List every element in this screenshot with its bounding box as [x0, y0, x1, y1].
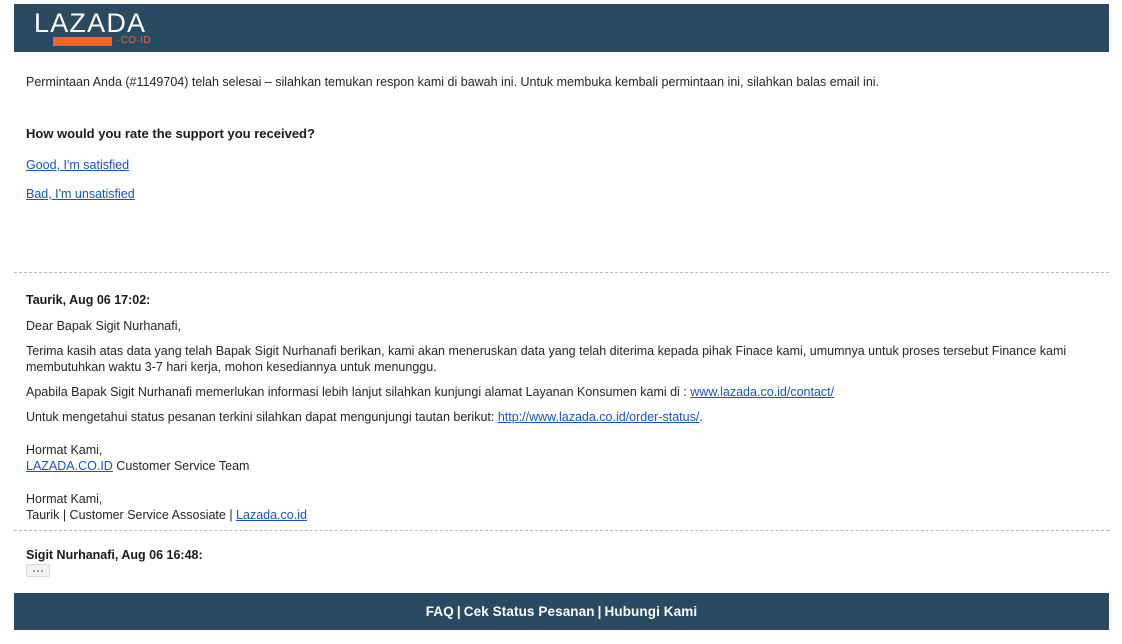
ellipsis-dot-icon — [41, 569, 43, 572]
ellipsis-dot-icon — [33, 569, 35, 572]
email-top-content: Permintaan Anda (#1149704) telah selesai… — [26, 64, 1096, 201]
expand-quoted-text-button[interactable] — [26, 564, 50, 577]
lazada-brand-link[interactable]: LAZADA.CO.ID — [26, 459, 113, 473]
footer-link-group: FAQ | Cek Status Pesanan | Hubungi Kami — [426, 604, 697, 619]
signature-1-line-1: Hormat Kami, — [26, 443, 103, 457]
signature-2-line-1: Hormat Kami, — [26, 492, 103, 506]
email-page: LAZADA ·CO·ID Permintaan Anda (#1149704)… — [0, 0, 1122, 644]
rating-option-bad[interactable]: Bad, I'm unsatisfied — [26, 172, 135, 201]
ellipsis-dot-icon — [37, 569, 39, 572]
message-paragraph-3: Untuk mengetahui status pesanan terkini … — [26, 409, 1104, 434]
logo-tld-label: ·CO·ID — [117, 35, 152, 46]
message-header-agent: Taurik, Aug 06 17:02: — [26, 293, 151, 307]
message-divider-top — [14, 272, 1109, 273]
rating-question: How would you rate the support you recei… — [26, 126, 315, 141]
footer-link-contact[interactable]: Hubungi Kami — [605, 604, 698, 619]
lazada-logo: LAZADA ·CO·ID — [34, 8, 151, 47]
email-footer-bar: FAQ | Cek Status Pesanan | Hubungi Kami — [14, 593, 1109, 630]
message-paragraph-2-text: Apabila Bapak Sigit Nurhanafi memerlukan… — [26, 385, 691, 399]
footer-separator: | — [597, 604, 602, 619]
message-paragraph-1: Terima kasih atas data yang telah Bapak … — [26, 344, 1067, 374]
signature-1-line-2: LAZADA.CO.ID Customer Service Team — [26, 458, 1104, 474]
logo-wordmark: LAZADA — [34, 8, 147, 38]
order-status-link[interactable]: http://www.lazada.co.id/order-status/ — [498, 410, 699, 424]
message-greeting: Dear Bapak Sigit Nurhanafi, — [26, 319, 181, 333]
signature-2-agent-label: Taurik | Customer Service Assosiate | — [26, 508, 237, 522]
message-divider-bottom — [14, 530, 1109, 531]
signature-block-team: Hormat Kami, LAZADA.CO.ID Customer Servi… — [26, 434, 1104, 474]
message-paragraph-3-period: . — [699, 410, 703, 424]
footer-separator: | — [456, 604, 461, 619]
footer-link-order-status[interactable]: Cek Status Pesanan — [464, 604, 595, 619]
signature-block-agent: Hormat Kami, Taurik | Customer Service A… — [26, 474, 1104, 523]
message-body-agent: Dear Bapak Sigit Nurhanafi, Terima kasih… — [26, 318, 1104, 523]
message-header-customer: Sigit Nurhanafi, Aug 06 16:48: — [26, 548, 203, 562]
message-paragraph-3-text: Untuk mengetahui status pesanan terkini … — [26, 410, 498, 424]
signature-1-team-label: Customer Service Team — [112, 459, 250, 473]
rating-option-good[interactable]: Good, I'm satisfied — [26, 141, 129, 172]
ticket-intro-text: Permintaan Anda (#1149704) telah selesai… — [26, 75, 880, 89]
email-header-bar: LAZADA ·CO·ID — [14, 4, 1109, 52]
contact-page-link[interactable]: www.lazada.co.id/contact/ — [690, 385, 834, 399]
lazada-site-link[interactable]: Lazada.co.id — [236, 508, 307, 522]
footer-link-faq[interactable]: FAQ — [426, 604, 454, 619]
message-paragraph-2: Apabila Bapak Sigit Nurhanafi memerlukan… — [26, 384, 1104, 409]
signature-2-line-2: Taurik | Customer Service Assosiate | La… — [26, 507, 1104, 523]
logo-orange-bar — [53, 37, 112, 46]
